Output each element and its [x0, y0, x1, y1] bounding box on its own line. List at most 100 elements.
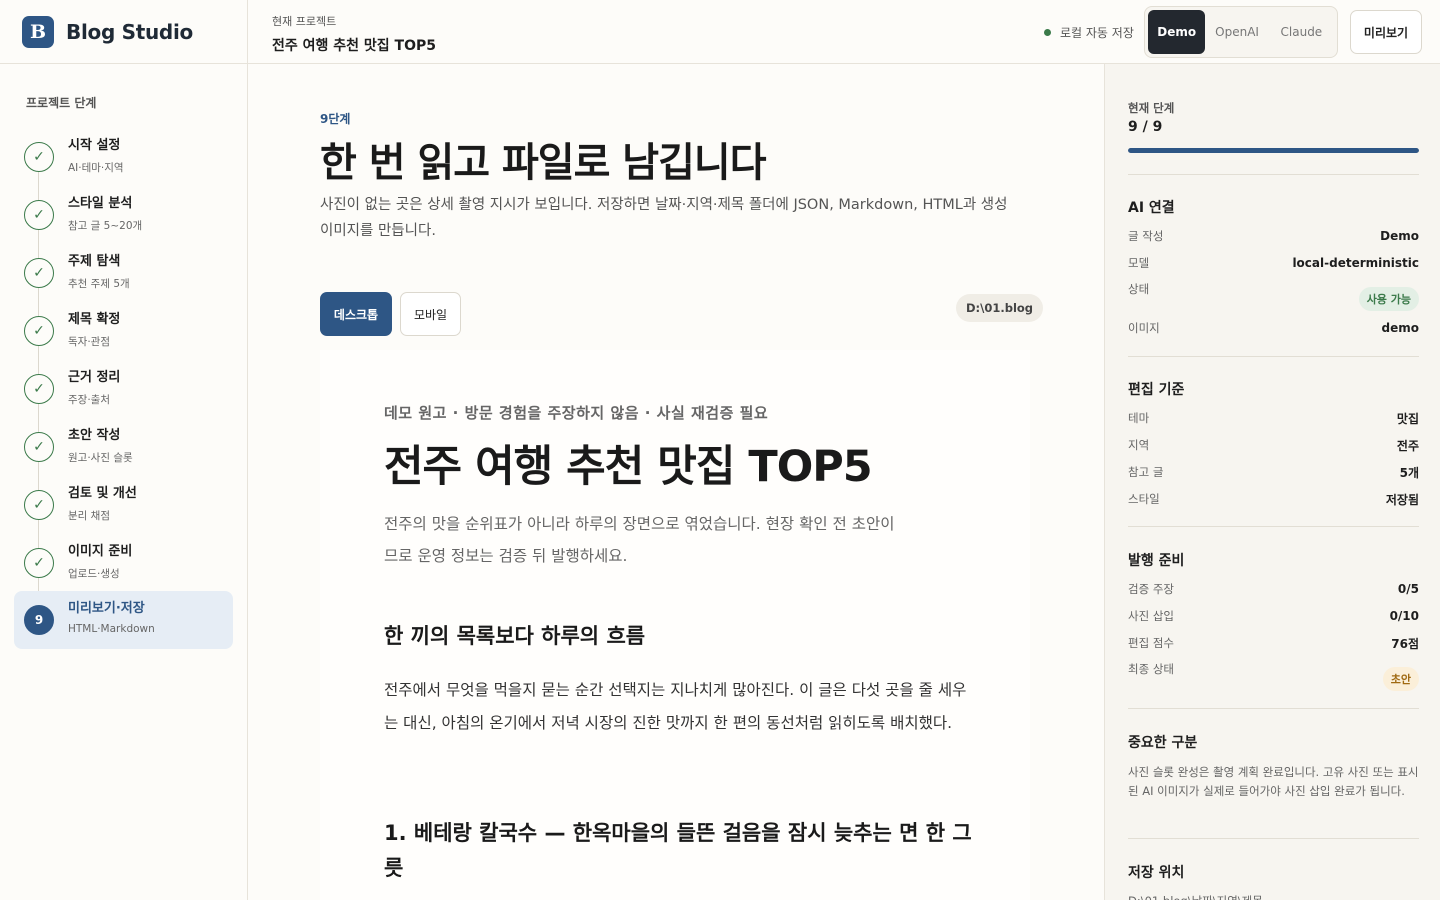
article-title: 전주 여행 추천 맛집 TOP5 — [384, 442, 873, 492]
step-draft[interactable]: ✓ 초안 작성 원고·사진 슬롯 — [14, 418, 233, 476]
save-path-chip: D:\01.blog — [956, 294, 1044, 322]
step-sub: 주장·출처 — [68, 394, 110, 406]
ai-row-model: 모델 local-deterministic — [1128, 254, 1419, 272]
check-icon: ✓ — [24, 200, 54, 230]
step-name: 스타일 분석 — [68, 196, 133, 211]
status-panel: 현재 단계 9 / 9 AI 연결 글 작성 Demo 모델 local-det… — [1104, 64, 1440, 900]
row-value: 76점 — [1391, 636, 1419, 651]
provider-switch: Demo OpenAI Claude — [1144, 6, 1338, 58]
provider-openai[interactable]: OpenAI — [1205, 10, 1268, 54]
row-value: 5개 — [1399, 465, 1419, 480]
row-value: 전주 — [1396, 438, 1419, 453]
publish-row-score: 편집 점수 76점 — [1128, 634, 1419, 652]
row-key: 이미지 — [1128, 321, 1160, 335]
article-paragraph: 전주에서 무엇을 먹을지 묻는 순간 선택지는 지나치게 많아진다. 이 글은 … — [384, 681, 967, 732]
check-icon: ✓ — [24, 548, 54, 578]
step-sub: AI·테마·지역 — [68, 162, 124, 174]
progress-fill — [1128, 148, 1419, 153]
row-value: 0/10 — [1389, 609, 1419, 623]
step-name: 검토 및 개선 — [68, 486, 137, 501]
check-icon: ✓ — [24, 374, 54, 404]
tab-desktop[interactable]: 데스크톱 — [320, 292, 392, 336]
important-section-title: 중요한 구분 — [1128, 735, 1198, 751]
ai-row-writer: 글 작성 Demo — [1128, 227, 1419, 245]
step-sub: 참고 글 5~20개 — [68, 220, 143, 232]
article-intro: 전주의 맛을 순위표가 아니라 하루의 장면으로 엮었습니다. 현장 확인 전 … — [384, 515, 895, 565]
save-location: D:\01.blog\날짜\지역\제목 — [1128, 892, 1420, 900]
row-value: 맛집 — [1396, 411, 1419, 426]
divider — [1128, 526, 1419, 527]
step-sub: 업로드·생성 — [68, 568, 120, 580]
current-step-label: 현재 단계 — [1128, 101, 1175, 115]
divider — [1128, 356, 1419, 357]
row-key: 검증 주장 — [1128, 582, 1174, 596]
row-value: demo — [1381, 321, 1419, 335]
step-name: 제목 확정 — [68, 312, 121, 327]
step-style-analysis[interactable]: ✓ 스타일 분석 참고 글 5~20개 — [14, 186, 233, 244]
row-key: 테마 — [1128, 411, 1150, 425]
step-name: 근거 정리 — [68, 370, 121, 385]
main-content: 9단계 한 번 읽고 파일로 남깁니다 사진이 없는 곳은 상세 촬영 지시가 … — [248, 64, 1104, 900]
article-section-heading: 한 끼의 목록보다 하루의 흐름 — [384, 624, 646, 648]
row-value: 0/5 — [1397, 582, 1419, 596]
page-description: 사진이 없는 곳은 상세 촬영 지시가 보입니다. 저장하면 날짜·지역·제목 … — [320, 197, 1008, 239]
row-key: 참고 글 — [1128, 465, 1164, 479]
publish-row-claims: 검증 주장 0/5 — [1128, 580, 1419, 598]
project-title: 전주 여행 추천 맛집 TOP5 — [272, 38, 436, 54]
step-evidence[interactable]: ✓ 근거 정리 주장·출처 — [14, 360, 233, 418]
step-preview-save[interactable]: 9 미리보기·저장 HTML·Markdown — [14, 591, 233, 649]
row-key: 모델 — [1128, 256, 1150, 270]
row-key: 상태 — [1128, 282, 1150, 296]
edit-row-theme: 테마 맛집 — [1128, 409, 1419, 427]
step-name: 초안 작성 — [68, 428, 121, 443]
step-name: 미리보기·저장 — [68, 601, 145, 616]
important-note: 사진 슬롯 완성은 촬영 계획 완료입니다. 고유 사진 또는 표시된 AI 이… — [1128, 765, 1419, 798]
ai-row-image: 이미지 demo — [1128, 319, 1419, 337]
step-topic-explore[interactable]: ✓ 주제 탐색 추천 주제 5개 — [14, 244, 233, 302]
row-key: 지역 — [1128, 438, 1150, 452]
step-progress-bar — [1128, 148, 1419, 153]
row-value: 저장됨 — [1385, 492, 1419, 507]
edit-row-style: 스타일 저장됨 — [1128, 490, 1419, 508]
current-step-value: 9 / 9 — [1128, 119, 1163, 135]
preview-button[interactable]: 미리보기 — [1350, 10, 1422, 54]
tab-mobile[interactable]: 모바일 — [400, 292, 461, 336]
status-badge: 사용 가능 — [1358, 287, 1419, 311]
step-name: 주제 탐색 — [68, 254, 121, 269]
step-review[interactable]: ✓ 검토 및 개선 분리 채점 — [14, 476, 233, 534]
provider-demo[interactable]: Demo — [1148, 10, 1206, 54]
step-sub: 원고·사진 슬롯 — [68, 452, 133, 464]
edit-row-region: 지역 전주 — [1128, 436, 1419, 454]
sidebar: 프로젝트 단계 ✓ 시작 설정 AI·테마·지역 ✓ 스타일 분석 참고 글 5… — [0, 64, 248, 900]
app-logo: B — [22, 16, 54, 48]
ai-section-title: AI 연결 — [1128, 200, 1175, 216]
step-sub: 분리 채점 — [68, 510, 110, 522]
draft-badge: 초안 — [1382, 667, 1419, 691]
row-value: local-deterministic — [1292, 256, 1419, 270]
project-label: 현재 프로젝트 — [272, 15, 337, 28]
row-key: 글 작성 — [1128, 229, 1164, 243]
step-images[interactable]: ✓ 이미지 준비 업로드·생성 — [14, 534, 233, 592]
step-number-badge: 9 — [24, 605, 54, 635]
status-dot-icon — [1044, 29, 1051, 36]
save-section-title: 저장 위치 — [1128, 865, 1185, 881]
ai-row-status: 상태 사용 가능 — [1128, 281, 1419, 311]
provider-claude[interactable]: Claude — [1269, 10, 1334, 54]
row-key: 편집 점수 — [1128, 636, 1174, 650]
brand[interactable]: B Blog Studio — [0, 0, 248, 64]
article-item-heading: 1. 베테랑 칼국수 — 한옥마을의 들뜬 걸음을 잠시 늦추는 면 한 그릇 — [384, 821, 972, 880]
divider — [1128, 708, 1419, 709]
edit-row-references: 참고 글 5개 — [1128, 463, 1419, 481]
current-project: 현재 프로젝트 전주 여행 추천 맛집 TOP5 — [272, 13, 436, 55]
step-name: 이미지 준비 — [68, 544, 133, 559]
step-start-setup[interactable]: ✓ 시작 설정 AI·테마·지역 — [14, 128, 233, 186]
step-title-confirm[interactable]: ✓ 제목 확정 독자·관점 — [14, 302, 233, 360]
top-bar: B Blog Studio 현재 프로젝트 전주 여행 추천 맛집 TOP5 로… — [0, 0, 1440, 64]
publish-row-photos: 사진 삽입 0/10 — [1128, 607, 1419, 625]
check-icon: ✓ — [24, 432, 54, 462]
publish-row-final: 최종 상태 초안 — [1128, 661, 1419, 691]
check-icon: ✓ — [24, 258, 54, 288]
step-sub: 독자·관점 — [68, 336, 110, 348]
step-name: 시작 설정 — [68, 138, 121, 153]
step-kicker: 9단계 — [320, 112, 351, 126]
